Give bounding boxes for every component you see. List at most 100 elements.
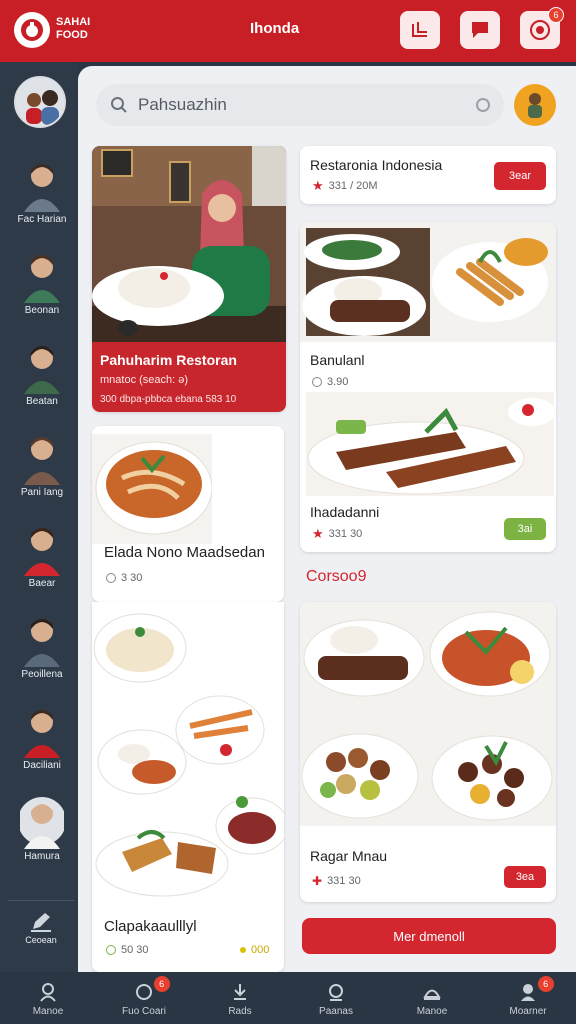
grid-button[interactable] <box>400 11 440 49</box>
ragar-rating: ✚ 331 30 <box>312 874 361 888</box>
notification-icon <box>530 20 550 40</box>
person-avatar-icon <box>24 346 60 394</box>
banulani-rating: 3.90 <box>312 376 348 388</box>
sidebar-item[interactable]: Daciliani <box>0 704 84 784</box>
search-icon <box>111 97 127 113</box>
nav-badge: 6 <box>537 976 554 992</box>
sidebar-item-label: Pani Iang <box>20 487 64 498</box>
logo-icon <box>21 19 43 41</box>
cloche-icon <box>423 989 441 1000</box>
section-title: Corsoo9 <box>306 568 367 585</box>
person-avatar-icon <box>24 164 60 212</box>
sidebar-item-label: Beatan <box>26 396 58 407</box>
person-avatar-icon <box>24 710 60 758</box>
clock-icon <box>106 573 116 583</box>
refresh-icon <box>136 984 152 1000</box>
clapa-card[interactable]: Clapakaaulllyl 50 30 000 <box>92 602 284 972</box>
user-avatar-image <box>528 93 542 118</box>
sidebar-bottom-label: Ceoean <box>25 935 57 945</box>
sidebar-item[interactable]: Hamura <box>0 795 84 875</box>
restaurant-card[interactable]: Restaronia Indonesia ★ 331 / 20M 3ear <box>300 146 556 204</box>
elada-title: Elada Nono Maadsedan <box>104 544 265 561</box>
featured-meta: 300 dbpa-pbbca ebana 583 10 <box>100 394 237 405</box>
user-avatar[interactable] <box>514 84 556 126</box>
sidebar-item-label: Beonan <box>24 305 60 316</box>
sidebar-item-label: Hamura <box>24 851 60 862</box>
sidebar-item[interactable]: Peoillena <box>0 613 84 693</box>
person-avatar-icon <box>24 619 60 667</box>
sidebar-item-label: Daciliani <box>23 760 61 771</box>
nav-label: Fuo Coari <box>122 1006 166 1017</box>
app-logo[interactable] <box>14 12 50 48</box>
nav-badge: 6 <box>153 976 170 992</box>
sidebar-settings[interactable]: Ceoean <box>8 900 74 956</box>
nav-item-paanas[interactable]: Paanas <box>288 972 384 1024</box>
clapa-rating: 50 30 <box>106 944 149 956</box>
nav-label: Moarner <box>509 1006 547 1017</box>
nav-label: Manoe <box>32 1006 64 1017</box>
nav-item-rads[interactable]: Rads <box>192 972 288 1024</box>
platter-photo <box>92 602 284 902</box>
hadani-action-button[interactable]: 3ai <box>504 518 546 540</box>
ragar-action-button[interactable]: 3ea <box>504 866 546 888</box>
restaurant-action-button[interactable]: 3ear <box>494 162 546 190</box>
app-header: SAHAI FOOD Ihonda 6 <box>0 0 576 62</box>
sidebar-item[interactable]: Fac Harian <box>0 158 84 238</box>
dish-card-large[interactable]: Banulanl 3.90 Ihadadanni ★ 331 30 3ai <box>300 222 556 552</box>
person-avatar-icon <box>24 255 60 303</box>
page-title: Ihonda <box>250 20 300 37</box>
clapa-title: Clapakaaulllyl <box>104 918 197 935</box>
profile-icon <box>521 984 535 1001</box>
clock-icon <box>106 945 116 955</box>
bottom-nav: Manoe 6 Fuo Coari Rads Paanas Manoe 6 Mo… <box>0 972 576 1024</box>
nav-item-home[interactable]: Manoe <box>0 972 96 1024</box>
sidebar-item[interactable]: Beonan <box>0 249 84 329</box>
sidebar-item[interactable]: Pani Iang <box>0 431 84 511</box>
nav-item-profile[interactable]: 6 Moarner <box>480 972 576 1024</box>
sidebar-item-label: Baear <box>28 578 56 589</box>
main-content: Pahuharim Restoran mnatoc (seach: ə) 300… <box>78 66 576 972</box>
logo-text: SAHAI FOOD <box>56 16 91 41</box>
featured-restaurant-card[interactable]: Pahuharim Restoran mnatoc (seach: ə) 300… <box>92 146 286 412</box>
featured-image <box>92 146 286 342</box>
ragar-card[interactable]: Ragar Mnau ✚ 331 30 3ea <box>300 602 556 902</box>
sidebar-item-label: Fac Harian <box>17 214 67 225</box>
nav-item-food-court[interactable]: 6 Fuo Coari <box>96 972 192 1024</box>
person-avatar-icon <box>20 797 64 849</box>
restaurant-title: Restaronia Indonesia <box>310 157 443 173</box>
group-avatar[interactable] <box>14 76 66 128</box>
notification-badge: 6 <box>548 7 564 23</box>
sidebar: Fac Harian Beonan Beatan Pani Iang Baear Peoi… <box>0 62 78 972</box>
featured-subtitle: mnatoc (seach: ə) <box>100 374 189 386</box>
rating-value: 331 / 20M <box>328 180 378 192</box>
nav-label: Rads <box>228 1006 252 1017</box>
star-icon: ★ <box>312 178 324 193</box>
location-icon <box>234 984 246 1000</box>
search-bar[interactable] <box>96 84 504 126</box>
nav-label: Manoe <box>416 1006 448 1017</box>
soup-photo <box>92 434 212 544</box>
grilled-dish-photo <box>306 392 554 496</box>
nav-item-menu[interactable]: Manoe <box>384 972 480 1024</box>
restaurant-rating: ★ 331 / 20M <box>312 178 378 193</box>
clock-icon <box>312 377 322 387</box>
more-menu-button[interactable]: Mer dmenoll <box>302 918 556 954</box>
person-avatar-icon <box>24 437 60 485</box>
hadani-title: Ihadadanni <box>310 504 380 520</box>
sidebar-item-label: Peoillena <box>21 669 63 680</box>
dish-photo-grid <box>300 222 556 342</box>
voice-search-icon[interactable] <box>476 98 490 112</box>
nav-label: Paanas <box>319 1006 353 1017</box>
status-dot-icon <box>240 947 246 953</box>
elada-card[interactable]: Elada Nono Maadsedan 3 30 <box>92 426 284 602</box>
notifications-button[interactable]: 6 <box>520 7 564 49</box>
search-person-icon <box>329 984 343 1001</box>
ragar-title: Ragar Mnau <box>310 848 388 864</box>
chat-button[interactable] <box>460 11 500 49</box>
banulani-title: Banulanl <box>310 352 365 368</box>
sidebar-item[interactable]: Baear <box>0 522 84 602</box>
edit-icon <box>31 913 51 932</box>
sidebar-item[interactable]: Beatan <box>0 340 84 420</box>
group-avatar-image <box>16 78 64 126</box>
search-input[interactable] <box>138 95 468 115</box>
